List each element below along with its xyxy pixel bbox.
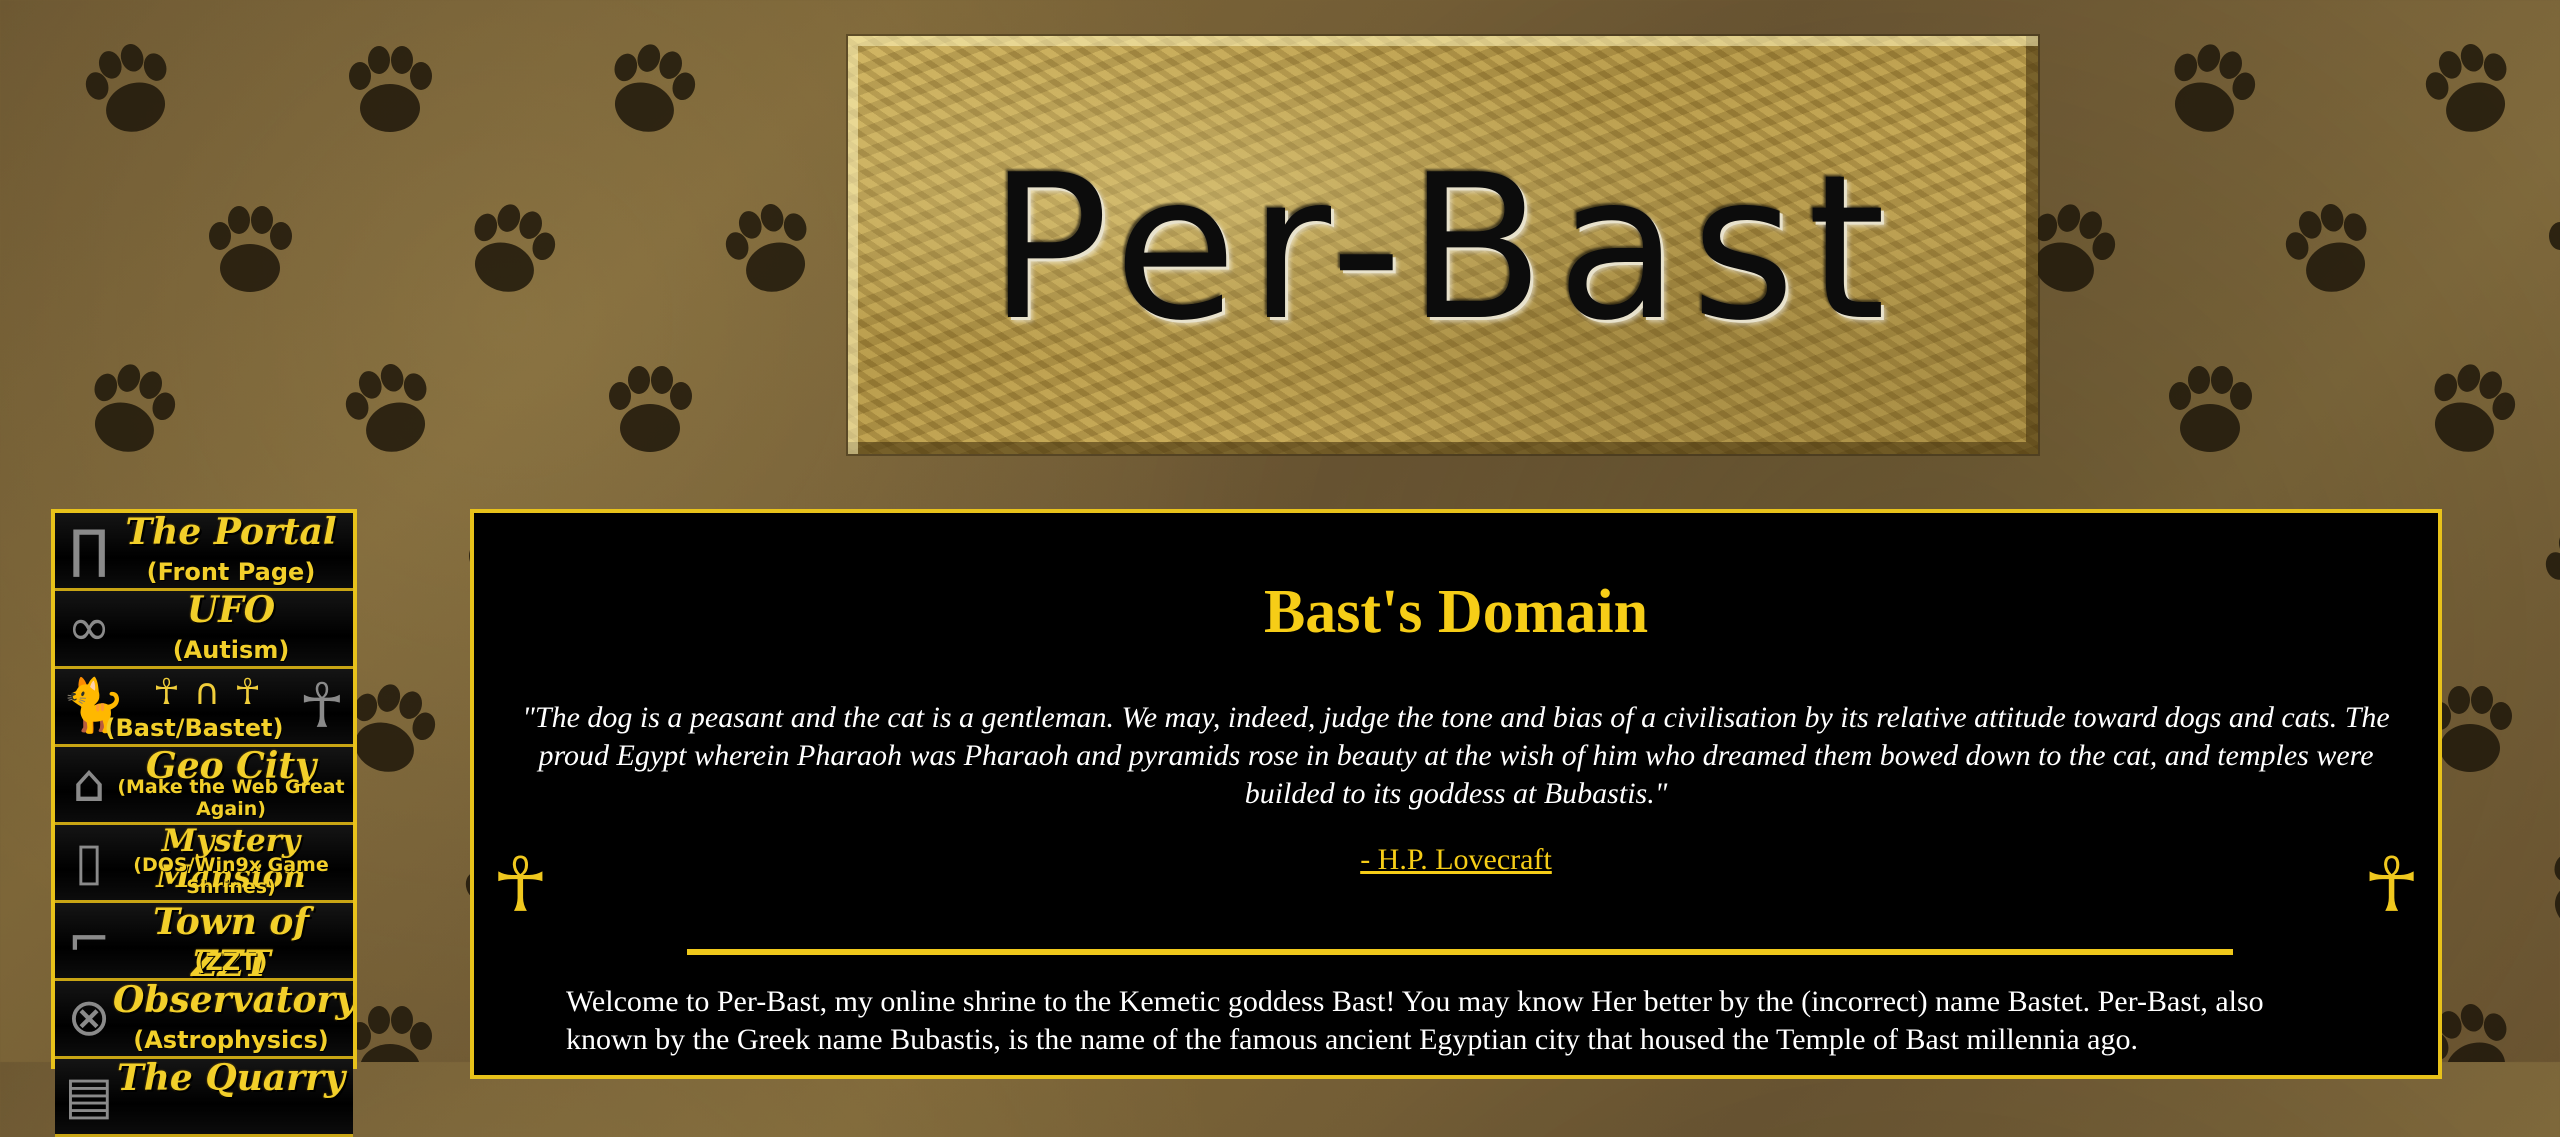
city-icon: ⌂	[72, 754, 106, 814]
sidebar-nav: ∏ The Portal (Front Page) ∞ UFO (Autism)…	[51, 509, 357, 1137]
nav-item-subtitle: (Make the Web Great Again)	[117, 776, 345, 820]
nav-item-quarry[interactable]: ▤ The Quarry	[55, 1059, 353, 1137]
nav-item-title: Observatory	[113, 981, 353, 1021]
nav-item-observatory[interactable]: ⊗ Observatory (Astrophysics)	[55, 981, 353, 1059]
paw-print	[717, 195, 823, 303]
paw-print	[78, 355, 184, 463]
site-banner: Per-Bast	[848, 36, 2038, 454]
site-title: Per-Bast	[988, 131, 1898, 365]
nav-item-subtitle: (ZZT)	[194, 948, 268, 976]
nav-item-title: UFO	[186, 591, 276, 631]
nav-item-town-of-zzt[interactable]: ⌐ Town of ZZT (ZZT)	[55, 903, 353, 981]
paw-print	[209, 206, 292, 292]
lovecraft-quote: "The dog is a peasant and the cat is a g…	[522, 701, 2390, 810]
paw-print	[609, 366, 692, 452]
paw-print	[2549, 206, 2560, 292]
nav-item-title: The Portal	[125, 513, 337, 553]
paw-print	[77, 35, 183, 143]
nav-item-portal[interactable]: ∏ The Portal (Front Page)	[55, 513, 353, 591]
telescope-icon: ⊗	[67, 988, 111, 1048]
ankh-icon: ☥	[298, 669, 345, 742]
welcome-text: Welcome to Per-Bast, my online shrine to…	[566, 985, 2264, 1056]
paw-print	[349, 46, 432, 132]
paw-print	[2169, 366, 2252, 452]
nav-item-subtitle: (DOS/Win9x Game Shrines)	[133, 854, 329, 898]
paw-print	[349, 1006, 432, 1062]
paw-print	[2538, 835, 2560, 943]
quarry-icon: ▤	[64, 1066, 114, 1126]
main-content: Bast's Domain "The dog is a peasant and …	[470, 509, 2442, 1079]
divider	[687, 949, 2233, 955]
nav-item-subtitle: (Bast/Bastet)	[104, 714, 284, 742]
nav-item-subtitle: (Front Page)	[146, 558, 316, 586]
nav-item-title: The Quarry	[116, 1059, 346, 1099]
paw-print	[2277, 195, 2383, 303]
nav-item-subtitle: (Astrophysics)	[133, 1026, 329, 1054]
paw-print	[2417, 35, 2523, 143]
hieroglyph-icon: ☥ ∩ ☥	[152, 672, 262, 713]
page-heading: Bast's Domain	[1263, 578, 1649, 646]
paw-print	[2537, 515, 2560, 623]
nav-item-geo-city[interactable]: ⌂ Geo City (Make the Web Great Again)	[55, 747, 353, 825]
doorway-icon: ∏	[69, 520, 109, 580]
paw-print	[598, 35, 704, 143]
paw-print	[2418, 355, 2524, 463]
ankh-icon: ☥	[2363, 840, 2420, 929]
zzt-icon: ⌐	[67, 910, 111, 970]
nav-item-bast[interactable]: 🐈 ☥ ∩ ☥ ☥ (Bast/Bastet)	[55, 669, 353, 747]
nav-item-ufo[interactable]: ∞ UFO (Autism)	[55, 591, 353, 669]
paw-print	[458, 195, 564, 303]
paw-print	[337, 355, 443, 463]
mansion-icon: ▯	[74, 832, 104, 892]
nav-item-mystery-mansion[interactable]: ▯ Mystery Mansion (DOS/Win9x Game Shrine…	[55, 825, 353, 903]
nav-item-subtitle: (Autism)	[172, 636, 290, 664]
chain-icon: ∞	[67, 598, 111, 658]
paw-print	[2158, 35, 2264, 143]
quote-author-link[interactable]: - H.P. Lovecraft	[474, 843, 2438, 877]
